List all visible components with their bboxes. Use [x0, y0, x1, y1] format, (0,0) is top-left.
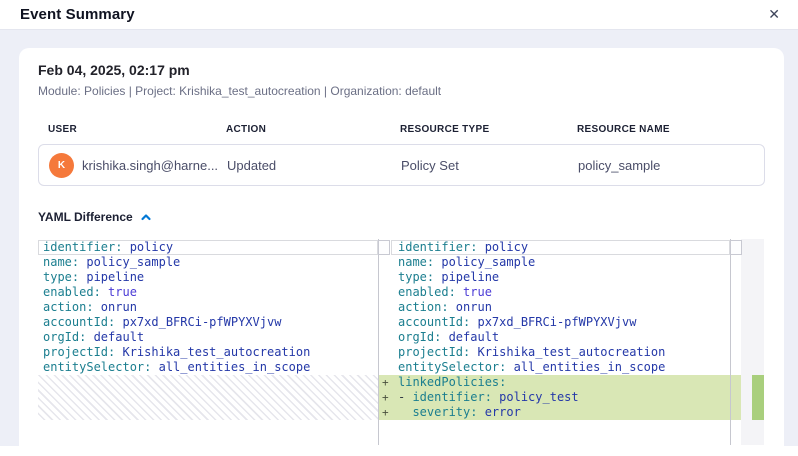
diff-line: orgId: default	[38, 330, 378, 345]
added-line-marker: +	[382, 405, 389, 420]
diff-line: orgId: default	[379, 330, 730, 345]
diff-line-added: +linkedPolicies:	[379, 375, 730, 390]
yaml-difference-toggle[interactable]: YAML Difference	[38, 210, 152, 224]
diff-line: action: onrun	[38, 300, 378, 315]
modified-scrollbar-border	[730, 239, 731, 445]
diff-line: entitySelector: all_entities_in_scope	[38, 360, 378, 375]
close-icon: ✕	[768, 7, 780, 23]
added-line-marker: +	[382, 375, 389, 390]
diff-line: action: onrun	[379, 300, 730, 315]
yaml-diff-editor: identifier: policyname: policy_sampletyp…	[38, 239, 765, 445]
diff-overview-ruler[interactable]	[741, 239, 764, 445]
diff-placeholder-hatch	[38, 375, 378, 420]
action-cell: Updated	[227, 158, 401, 173]
resource-name-cell: policy_sample	[578, 158, 764, 173]
diff-line: type: pipeline	[379, 270, 730, 285]
avatar: K	[49, 153, 74, 178]
diff-splitter[interactable]	[378, 239, 379, 445]
diff-line: type: pipeline	[38, 270, 378, 285]
diff-line: enabled: true	[379, 285, 730, 300]
chevron-up-icon	[140, 211, 152, 223]
resource-type-cell: Policy Set	[401, 158, 578, 173]
close-button[interactable]: ✕	[764, 6, 784, 24]
added-lines-highlight	[730, 375, 741, 420]
yaml-difference-label: YAML Difference	[38, 210, 133, 224]
user-email: krishika.singh@harne...	[82, 158, 218, 173]
diff-pane-modified[interactable]: identifier: policyname: policy_sampletyp…	[379, 239, 730, 445]
diff-line: accountId: px7xd_BFRCi-pfWPYXVjvw	[38, 315, 378, 330]
diff-line: enabled: true	[38, 285, 378, 300]
overview-added-mark	[752, 375, 764, 420]
column-header-user: User	[38, 124, 226, 135]
page-title: Event Summary	[20, 6, 135, 23]
added-line-marker: +	[382, 390, 389, 405]
original-scrollbar-thumb[interactable]	[378, 240, 390, 255]
event-meta: Module: Policies | Project: Krishika_tes…	[38, 84, 765, 98]
diff-line: identifier: policy	[379, 240, 730, 255]
table-row: K krishika.singh@harne... Updated Policy…	[38, 144, 765, 186]
diff-line: name: policy_sample	[38, 255, 378, 270]
diff-line: projectId: Krishika_test_autocreation	[38, 345, 378, 360]
event-timestamp: Feb 04, 2025, 02:17 pm	[38, 62, 765, 78]
column-header-action: Action	[226, 124, 400, 135]
modal-body: Feb 04, 2025, 02:17 pm Module: Policies …	[0, 30, 798, 446]
diff-line-added: +- identifier: policy_test	[379, 390, 730, 405]
diff-line: identifier: policy	[38, 240, 378, 255]
modified-scrollbar-thumb[interactable]	[730, 240, 742, 255]
column-header-resource-type: Resource Type	[400, 124, 577, 135]
modal-header: Event Summary ✕	[0, 0, 798, 30]
column-header-resource-name: Resource Name	[577, 124, 765, 135]
diff-line: projectId: Krishika_test_autocreation	[379, 345, 730, 360]
audit-table-header: User Action Resource Type Resource Name	[38, 124, 765, 135]
diff-line: entitySelector: all_entities_in_scope	[379, 360, 730, 375]
diff-line: name: policy_sample	[379, 255, 730, 270]
event-card: Feb 04, 2025, 02:17 pm Module: Policies …	[19, 48, 784, 456]
diff-line: accountId: px7xd_BFRCi-pfWPYXVjvw	[379, 315, 730, 330]
user-cell: K krishika.singh@harne...	[39, 153, 227, 178]
diff-pane-original[interactable]: identifier: policyname: policy_sampletyp…	[38, 239, 378, 445]
diff-line-added: + severity: error	[379, 405, 730, 420]
